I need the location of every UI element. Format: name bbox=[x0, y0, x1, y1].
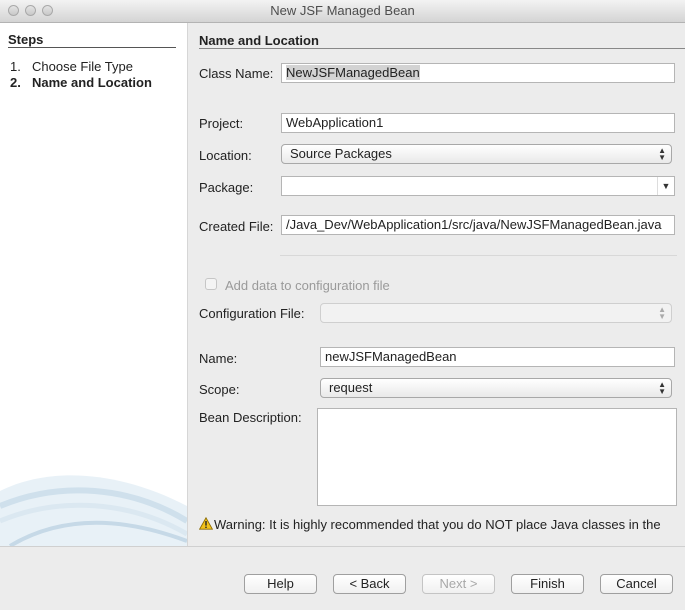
cancel-button[interactable]: Cancel bbox=[600, 574, 673, 594]
next-button[interactable]: Next > bbox=[422, 574, 495, 594]
chevron-down-icon[interactable]: ▼ bbox=[657, 177, 674, 195]
configuration-file-label: Configuration File: bbox=[199, 306, 305, 321]
name-label: Name: bbox=[199, 351, 238, 366]
project-label: Project: bbox=[199, 116, 244, 131]
class-name-label: Class Name: bbox=[199, 66, 274, 81]
warning-text: Warning: It is highly recommended that y… bbox=[214, 517, 661, 532]
finish-button[interactable]: Finish bbox=[511, 574, 584, 594]
step-label: Name and Location bbox=[32, 75, 152, 90]
project-field: WebApplication1 bbox=[281, 113, 675, 133]
created-file-field: /Java_Dev/WebApplication1/src/java/NewJS… bbox=[281, 215, 675, 235]
warning-icon bbox=[199, 517, 213, 530]
step-choose-file-type: 1. Choose File Type bbox=[10, 59, 133, 74]
bean-description-label: Bean Description: bbox=[199, 410, 302, 425]
location-select[interactable]: Source Packages ▲ ▼ bbox=[281, 144, 672, 164]
scope-label: Scope: bbox=[199, 382, 240, 397]
step-label: Choose File Type bbox=[32, 59, 133, 74]
steps-divider bbox=[8, 47, 176, 48]
class-name-value: NewJSFManagedBean bbox=[286, 65, 420, 80]
section-divider bbox=[199, 48, 685, 49]
title-bar: New JSF Managed Bean bbox=[0, 0, 685, 23]
bean-description-textarea[interactable] bbox=[317, 408, 677, 506]
location-value: Source Packages bbox=[290, 146, 392, 161]
package-combo[interactable]: ▼ bbox=[281, 176, 675, 196]
step-number: 2. bbox=[10, 75, 21, 90]
form-panel: Name and Location Class Name: NewJSFMana… bbox=[188, 23, 685, 546]
step-number: 1. bbox=[10, 59, 21, 74]
up-down-arrows-icon: ▲ ▼ bbox=[658, 305, 666, 321]
steps-panel: Steps 1. Choose File Type 2. Name and Loca… bbox=[0, 23, 188, 546]
scope-value: request bbox=[329, 380, 373, 395]
warning-message: Warning: It is highly recommended that y… bbox=[199, 517, 661, 532]
location-label: Location: bbox=[199, 148, 252, 163]
created-file-label: Created File: bbox=[199, 219, 274, 234]
decorative-swoosh-graphic bbox=[0, 475, 187, 546]
add-config-checkbox[interactable] bbox=[205, 278, 217, 290]
up-down-arrows-icon: ▲ ▼ bbox=[658, 380, 666, 396]
separator bbox=[280, 255, 677, 256]
scope-select[interactable]: request ▲ ▼ bbox=[320, 378, 672, 398]
back-button[interactable]: < Back bbox=[333, 574, 406, 594]
button-bar: Help < Back Next > Finish Cancel bbox=[0, 546, 685, 610]
up-down-arrows-icon: ▲ ▼ bbox=[658, 146, 666, 162]
help-button[interactable]: Help bbox=[244, 574, 317, 594]
package-label: Package: bbox=[199, 180, 254, 195]
name-field[interactable]: newJSFManagedBean bbox=[320, 347, 675, 367]
class-name-field[interactable]: NewJSFManagedBean bbox=[281, 63, 675, 83]
add-config-label: Add data to configuration file bbox=[225, 278, 390, 293]
section-title: Name and Location bbox=[199, 33, 319, 48]
configuration-file-select[interactable]: ▲ ▼ bbox=[320, 303, 672, 323]
steps-heading: Steps bbox=[8, 32, 44, 47]
step-name-and-location: 2. Name and Location bbox=[10, 75, 152, 90]
window-title: New JSF Managed Bean bbox=[270, 3, 415, 18]
